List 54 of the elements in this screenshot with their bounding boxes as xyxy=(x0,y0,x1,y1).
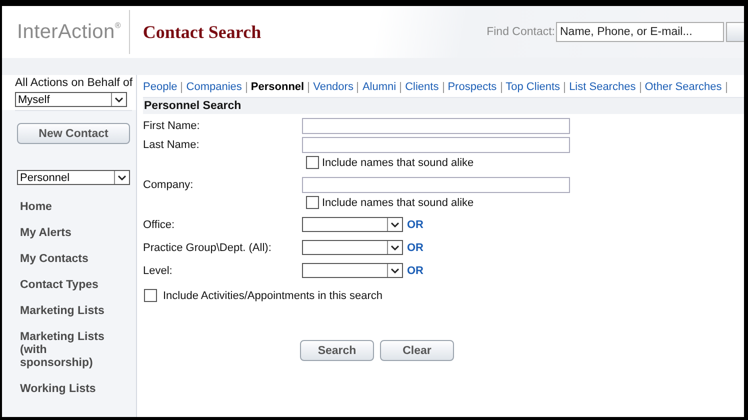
dropdown[interactable] xyxy=(302,217,403,232)
sidebar-link[interactable]: Working Lists xyxy=(20,383,120,396)
sidebar-link[interactable]: My Contacts xyxy=(20,253,120,266)
search-tab[interactable]: Vendors xyxy=(313,82,358,92)
search-tab[interactable]: Companies xyxy=(186,82,247,92)
caret-icon xyxy=(114,171,129,184)
search-tab[interactable]: Other Searches xyxy=(644,82,727,92)
search-tab[interactable]: People xyxy=(143,82,182,92)
field-label: Level: xyxy=(143,264,174,279)
text-field[interactable] xyxy=(302,177,570,193)
page-title: Contact Search xyxy=(142,22,262,42)
checkbox[interactable] xyxy=(306,156,319,169)
caret-icon xyxy=(387,218,402,231)
caret-icon xyxy=(387,241,402,254)
caret-icon xyxy=(387,264,402,277)
field-label: Company: xyxy=(143,178,194,193)
checkbox-label: Include names that sound alike xyxy=(322,196,474,208)
search-tab[interactable]: Top Clients xyxy=(506,82,566,92)
sidebar-link[interactable]: My Alerts xyxy=(20,227,120,240)
form-title: Personnel Search xyxy=(143,98,744,114)
category-dropdown[interactable]: Personnel xyxy=(17,170,130,185)
field-label: First Name: xyxy=(143,119,201,134)
form-button[interactable]: Clear xyxy=(380,340,454,361)
sidebar-link[interactable]: Home xyxy=(20,201,120,214)
field-label: Last Name: xyxy=(143,138,200,153)
dropdown[interactable] xyxy=(302,240,403,255)
text-field[interactable] xyxy=(302,137,570,153)
text-field[interactable] xyxy=(302,118,570,134)
checkbox-label: Include Activities/Appointments in this search xyxy=(163,290,383,302)
search-tab[interactable]: List Searches xyxy=(569,82,641,92)
search-tab[interactable]: Alumni xyxy=(362,82,402,92)
find-contact-field[interactable]: Name, Phone, or E-mail... xyxy=(556,22,724,42)
field-label: Office: xyxy=(143,218,176,233)
caret-icon xyxy=(111,93,126,106)
dropdown[interactable] xyxy=(302,263,403,278)
or-link[interactable]: OR xyxy=(407,264,424,276)
field-label: Practice Group\Dept. (All): xyxy=(143,241,272,256)
checkbox[interactable] xyxy=(306,196,319,209)
search-tab[interactable]: Personnel xyxy=(250,82,310,92)
find-contact-label: Find Contact: xyxy=(486,26,555,38)
checkbox[interactable] xyxy=(144,289,157,302)
behalf-dropdown[interactable]: Myself xyxy=(15,92,127,107)
behalf-label: All Actions on Behalf of xyxy=(15,77,134,89)
form-button[interactable]: Search xyxy=(300,340,374,361)
new-contact-button[interactable]: New Contact xyxy=(17,123,130,144)
sidebar-link[interactable]: Marketing Lists xyxy=(20,305,120,318)
checkbox-label: Include names that sound alike xyxy=(322,156,474,168)
logo: InterAction$^{®}$ xyxy=(16,20,122,44)
sidebar-link[interactable]: Contact Types xyxy=(20,279,120,292)
sidebar-link[interactable]: Marketing Lists (with sponsorship) xyxy=(20,331,120,370)
or-link[interactable]: OR xyxy=(407,242,424,254)
search-tab[interactable]: Clients xyxy=(405,82,444,92)
or-link[interactable]: OR xyxy=(407,218,424,230)
search-tab[interactable]: Prospects xyxy=(448,82,502,92)
